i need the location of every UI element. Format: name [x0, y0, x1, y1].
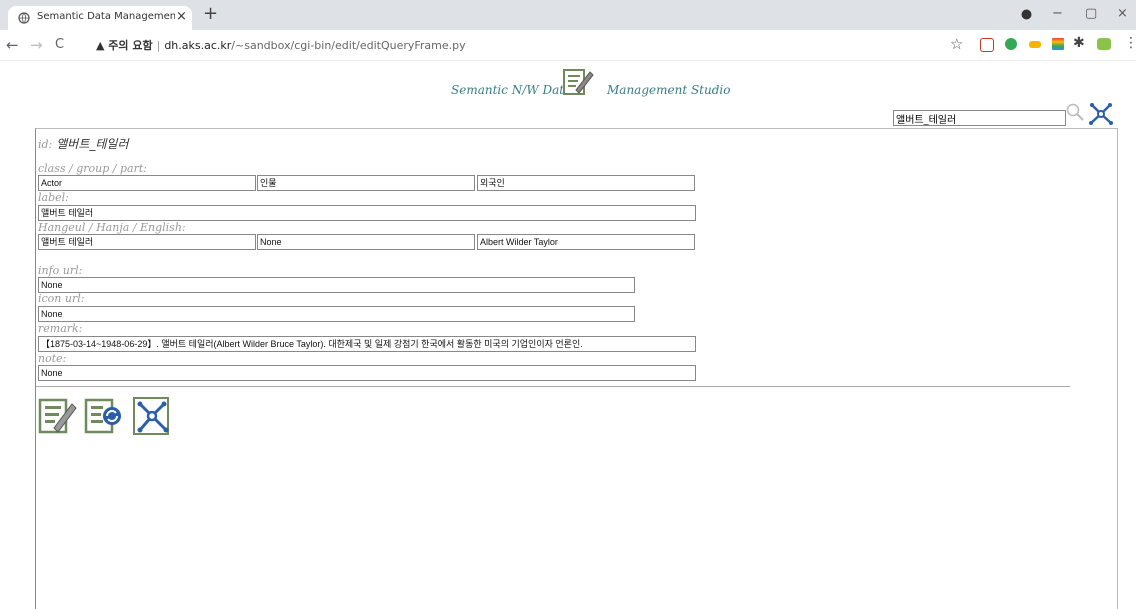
search-icon[interactable]	[1065, 102, 1085, 122]
info-url-label: info url:	[38, 264, 83, 277]
address-bar[interactable]: ▲ 주의 요함 | dh.aks.ac.kr/~sandbox/cgi-bin/ed…	[96, 37, 466, 53]
extension-g-icon[interactable]	[1005, 38, 1017, 50]
id-row: id: 앨버트_테일러	[38, 135, 129, 152]
address-path: /~sandbox/cgi-bin/edit/editQueryFrame.py	[231, 39, 466, 52]
info-url-field[interactable]: None	[38, 277, 635, 293]
extension-download-icon[interactable]	[1097, 38, 1111, 50]
network-graph-icon[interactable]	[1088, 102, 1114, 126]
extension-glasses-icon[interactable]	[1029, 41, 1041, 48]
english-field[interactable]: Albert Wilder Taylor	[477, 234, 695, 250]
tab-close-button[interactable]: ×	[176, 9, 187, 24]
browser-tab[interactable]: Semantic Data Management St ×	[8, 6, 192, 30]
extension-shield-icon[interactable]	[980, 38, 994, 52]
hanja-field[interactable]: None	[257, 234, 475, 250]
minimize-button[interactable]: −	[1052, 6, 1063, 21]
remark-field[interactable]: 【1875-03-14~1948-06-29】. 앨버트 테일러(Albert …	[38, 336, 696, 352]
divider	[36, 386, 1070, 387]
label-field[interactable]: 앨버트 테일러	[38, 205, 696, 221]
edit-icon[interactable]	[38, 396, 78, 436]
class-field[interactable]: Actor	[38, 175, 256, 191]
globe-icon	[18, 12, 30, 24]
part-field[interactable]: 외국인	[477, 175, 695, 191]
extensions-puzzle-icon[interactable]: ✱	[1073, 35, 1085, 51]
studio-title-left: Semantic N/W Data	[451, 83, 572, 97]
edit-document-icon	[563, 69, 594, 95]
note-label: note:	[38, 352, 67, 365]
address-host: dh.aks.ac.kr	[164, 39, 232, 52]
close-window-button[interactable]: ×	[1117, 6, 1128, 21]
icon-url-label: icon url:	[38, 292, 85, 305]
back-button[interactable]: ←	[6, 36, 19, 54]
group-field[interactable]: 인물	[257, 175, 475, 191]
address-separator: |	[156, 39, 161, 52]
hangeul-field[interactable]: 앨버트 테일러	[38, 234, 256, 250]
search-input[interactable]	[893, 110, 1066, 126]
refresh-document-icon[interactable]	[84, 396, 124, 436]
new-tab-button[interactable]: +	[203, 3, 218, 24]
tab-title: Semantic Data Management St	[37, 11, 175, 22]
forward-button[interactable]: →	[30, 36, 43, 54]
maximize-button[interactable]: ▢	[1085, 6, 1097, 21]
remark-label: remark:	[38, 322, 83, 335]
network-graph-icon[interactable]	[132, 396, 172, 436]
note-field[interactable]: None	[38, 365, 696, 381]
reload-button[interactable]: C	[55, 37, 64, 52]
studio-title-right: Management Studio	[607, 83, 731, 97]
account-icon[interactable]	[1021, 9, 1032, 20]
class-group-part-label: class / group / part:	[38, 162, 147, 175]
id-label: id:	[38, 138, 53, 151]
bookmark-star-icon[interactable]: ☆	[950, 35, 963, 53]
security-warning[interactable]: ▲ 주의 요함	[96, 39, 153, 52]
extension-color-icon[interactable]	[1052, 38, 1064, 50]
menu-icon[interactable]: ⋮	[1124, 35, 1136, 51]
browser-toolbar: ← → C ▲ 주의 요함 | dh.aks.ac.kr/~sandbox/cgi-…	[0, 30, 1136, 61]
label-label: label:	[38, 191, 69, 204]
id-value: 앨버트_테일러	[56, 137, 129, 151]
names-label: Hangeul / Hanja / English:	[38, 221, 186, 234]
icon-url-field[interactable]: None	[38, 306, 635, 322]
browser-title-bar: Semantic Data Management St × + − ▢ ×	[0, 0, 1136, 30]
